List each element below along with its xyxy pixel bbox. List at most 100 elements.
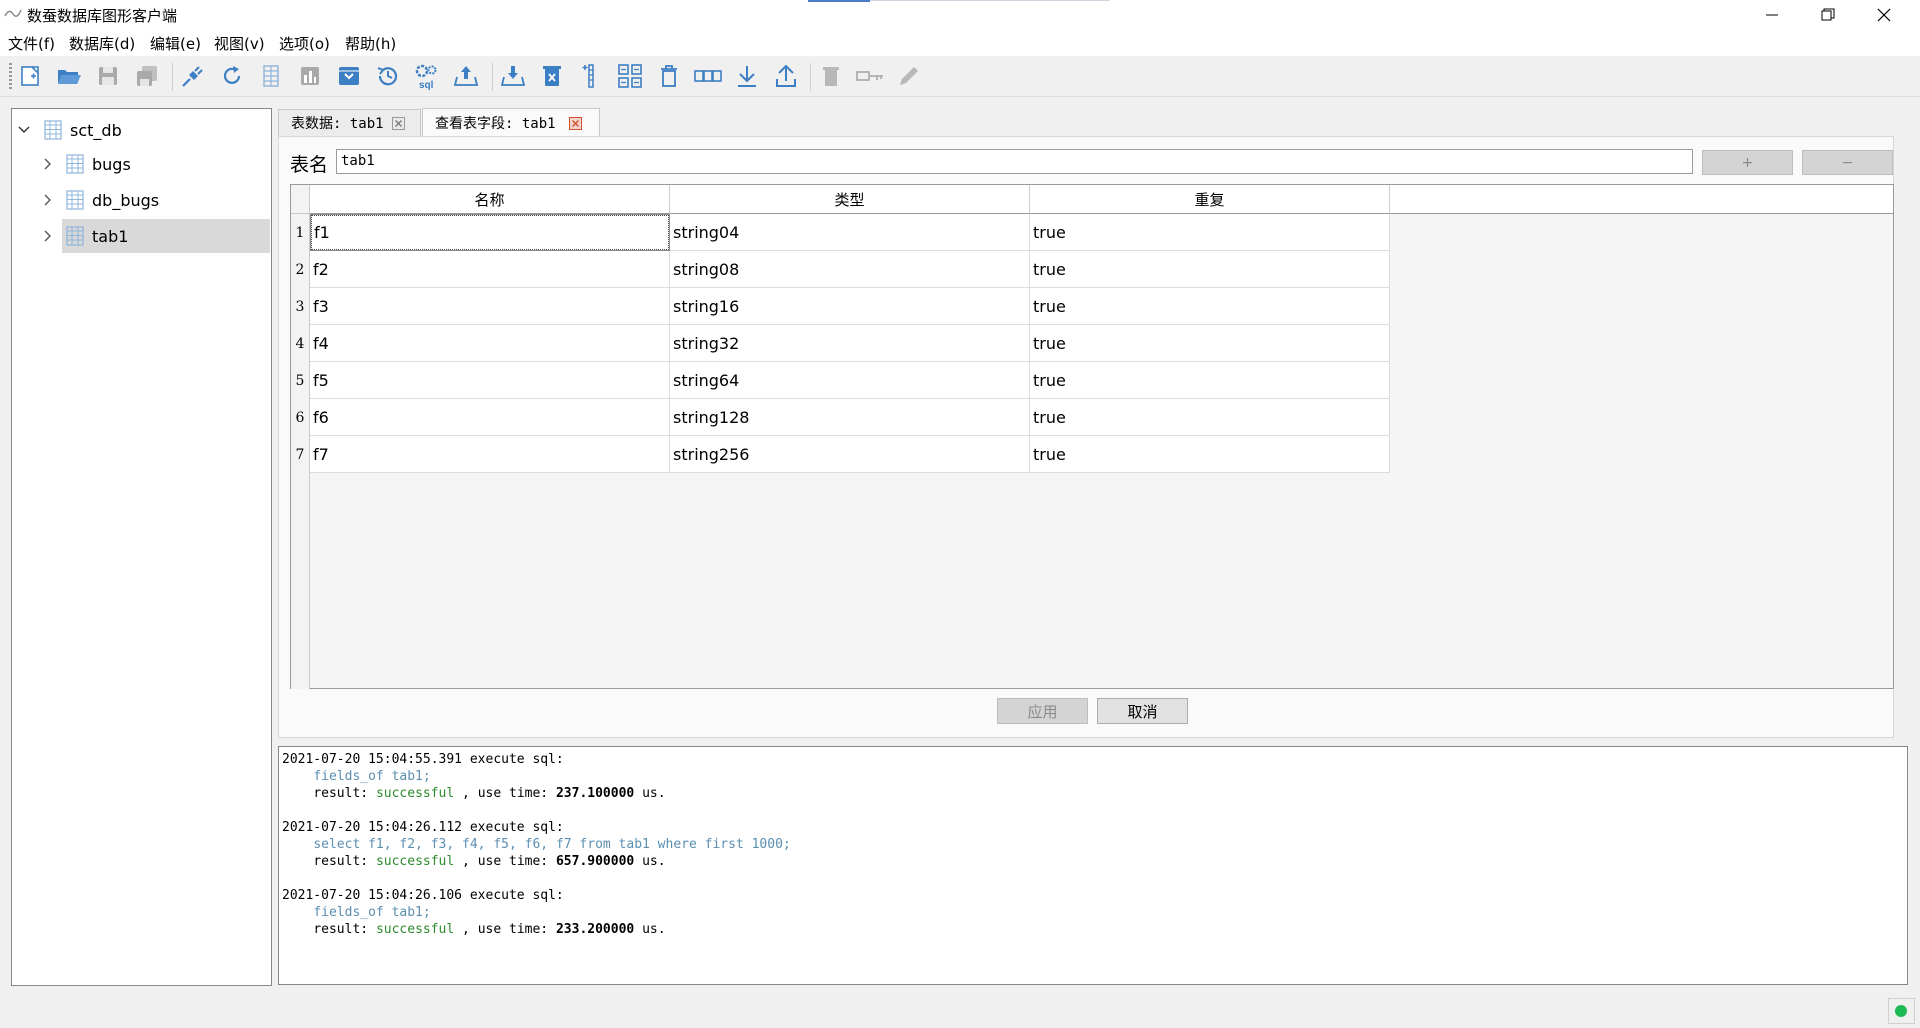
import-icon <box>500 66 526 86</box>
tab-table-data[interactable]: 表数据: tab1 <box>278 109 421 136</box>
tab-view-fields[interactable]: 查看表字段: tab1 <box>422 108 600 137</box>
menu-options[interactable]: 选项(o) <box>279 33 330 54</box>
row-number[interactable]: 7 <box>291 447 309 463</box>
cancel-button[interactable]: 取消 <box>1097 698 1188 724</box>
table-cell-repeat[interactable]: true <box>1030 288 1390 325</box>
table-cell-type[interactable]: string08 <box>670 251 1030 288</box>
chevron-right-icon[interactable] <box>42 157 54 171</box>
close-icon[interactable] <box>392 117 405 130</box>
table-cell-repeat[interactable]: true <box>1030 251 1390 288</box>
log-sql-line: fields_of tab1; <box>282 904 1904 921</box>
table-cell-name[interactable]: f7 <box>310 436 670 473</box>
tree-node-db[interactable]: sct_db <box>12 113 270 147</box>
table-cell-type[interactable]: string128 <box>670 399 1030 436</box>
title-accent-line-light <box>870 0 1110 1</box>
apply-button[interactable]: 应用 <box>997 698 1088 724</box>
menu-bar: 文件(f) 数据库(d) 编辑(e) 视图(v) 选项(o) 帮助(h) <box>0 30 1920 56</box>
row-number[interactable]: 5 <box>291 373 309 389</box>
close-button[interactable] <box>1856 0 1912 30</box>
table-cell-repeat[interactable]: true <box>1030 436 1390 473</box>
table-cell-name[interactable]: f6 <box>310 399 670 436</box>
log-result-prefix: result: <box>313 786 376 801</box>
save-button[interactable] <box>93 61 123 91</box>
upload-icon <box>453 66 479 86</box>
history-button[interactable] <box>373 61 403 91</box>
toolbar-separator <box>172 63 173 91</box>
column-header-repeat[interactable]: 重复 <box>1030 185 1390 214</box>
toolbar-separator <box>492 63 493 91</box>
table-name-input[interactable]: tab1 <box>336 149 1693 174</box>
connect-button[interactable] <box>178 61 208 91</box>
table-cell-name[interactable]: f4 <box>310 325 670 362</box>
chart-button[interactable] <box>295 61 325 91</box>
toolbar-grip <box>9 63 12 89</box>
export-button[interactable] <box>771 61 801 91</box>
log-status: successful <box>375 922 455 937</box>
table-cell-name[interactable]: f5 <box>310 362 670 399</box>
menu-help[interactable]: 帮助(h) <box>345 33 396 54</box>
archive-button[interactable] <box>334 61 364 91</box>
restore-button[interactable] <box>1800 0 1856 30</box>
chevron-right-icon[interactable] <box>42 193 54 207</box>
minimize-button[interactable] <box>1744 0 1800 30</box>
edit-disabled-button[interactable] <box>894 61 924 91</box>
column-header-type[interactable]: 类型 <box>670 185 1030 214</box>
table-cell-type[interactable]: string04 <box>670 214 1030 251</box>
tree-node-table[interactable]: db_bugs <box>12 183 270 217</box>
tree-node-table[interactable]: bugs <box>12 147 270 181</box>
key-disabled-button[interactable] <box>855 61 885 91</box>
delete-table-button[interactable] <box>537 61 567 91</box>
sql-settings-button[interactable]: sql <box>412 61 442 91</box>
new-button[interactable] <box>15 61 45 91</box>
refresh-icon <box>223 66 241 84</box>
trash-button[interactable] <box>654 61 684 91</box>
tree-label-table: db_bugs <box>92 190 160 210</box>
table-cell-repeat[interactable]: true <box>1030 214 1390 251</box>
table-cell-repeat[interactable]: true <box>1030 362 1390 399</box>
download-button[interactable] <box>732 61 762 91</box>
chevron-right-icon[interactable] <box>42 229 54 243</box>
upload-button[interactable] <box>451 61 481 91</box>
table-cell-type[interactable]: string256 <box>670 436 1030 473</box>
table-cell-name[interactable]: f1 <box>310 214 670 251</box>
menu-edit[interactable]: 编辑(e) <box>150 33 201 54</box>
log-time: 233.200000 <box>555 922 635 937</box>
save-all-button[interactable] <box>132 61 162 91</box>
row-number[interactable]: 1 <box>291 225 309 241</box>
open-button[interactable] <box>54 61 84 91</box>
sql-log-panel[interactable]: 2021-07-20 15:04:55.391 execute sql: fie… <box>278 746 1908 985</box>
import-button[interactable] <box>498 61 528 91</box>
row-number[interactable]: 2 <box>291 262 309 278</box>
remove-field-button[interactable]: − <box>1802 150 1893 175</box>
table-cell-type[interactable]: string16 <box>670 288 1030 325</box>
table-cell-type[interactable]: string64 <box>670 362 1030 399</box>
menu-file[interactable]: 文件(f) <box>8 33 55 54</box>
menu-view[interactable]: 视图(v) <box>214 33 265 54</box>
row-number[interactable]: 6 <box>291 410 309 426</box>
table-cell-repeat[interactable]: true <box>1030 399 1390 436</box>
table-cell-repeat[interactable]: true <box>1030 325 1390 362</box>
table-button[interactable] <box>256 61 286 91</box>
tree-node-table-selected[interactable]: tab1 <box>12 219 270 253</box>
table-icon <box>66 154 84 174</box>
delete-disabled-button[interactable] <box>816 61 846 91</box>
link-button[interactable] <box>693 61 723 91</box>
export-icon <box>776 64 796 87</box>
refresh-button[interactable] <box>217 61 247 91</box>
table-corner[interactable] <box>291 185 310 214</box>
add-field-button[interactable]: + <box>1702 150 1793 175</box>
row-number[interactable]: 4 <box>291 336 309 352</box>
chevron-down-icon[interactable] <box>17 123 31 137</box>
connection-status-icon <box>1895 1005 1907 1017</box>
log-unit: us. <box>634 786 666 801</box>
column-header-name[interactable]: 名称 <box>310 185 670 214</box>
log-header: 2021-07-20 15:04:26.112 execute sql: <box>282 820 564 835</box>
row-number[interactable]: 3 <box>291 299 309 315</box>
table-cell-name[interactable]: f3 <box>310 288 670 325</box>
column-button[interactable] <box>576 61 606 91</box>
close-icon[interactable] <box>569 117 582 130</box>
table-cell-type[interactable]: string32 <box>670 325 1030 362</box>
layout-button[interactable] <box>615 61 645 91</box>
table-cell-name[interactable]: f2 <box>310 251 670 288</box>
menu-database[interactable]: 数据库(d) <box>69 33 135 54</box>
